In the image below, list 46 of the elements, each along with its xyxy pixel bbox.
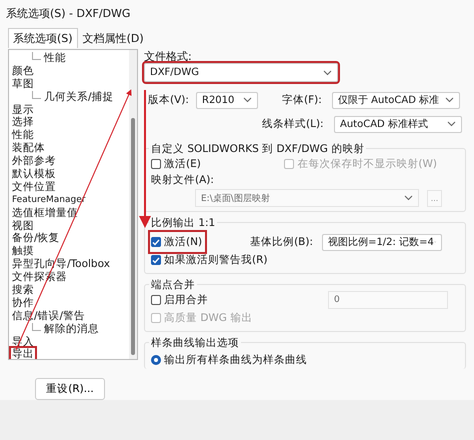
check-icon	[152, 256, 160, 264]
scrollbar-thumb[interactable]	[131, 118, 135, 355]
window-title: 系统选项(S) - DXF/DWG	[5, 6, 132, 22]
tree-item[interactable]: 触摸	[11, 245, 35, 258]
tree-item[interactable]: 外部参考	[11, 155, 57, 168]
checkbox[interactable]: 如果激活则警告我(R)	[151, 251, 270, 269]
tree-item[interactable]: 装配体	[11, 142, 46, 156]
tree-item[interactable]: 导出	[11, 348, 35, 359]
version-dropdown[interactable]: R2010	[196, 92, 258, 108]
tree-item[interactable]: 几何关系/捕捉	[25, 90, 115, 104]
group-title: 自定义 SOLIDWORKS 到 DXF/DWG 的映射	[149, 142, 366, 155]
merge-value-field[interactable]: 0	[328, 291, 448, 309]
tree-item[interactable]: 选择	[11, 116, 35, 130]
group-title: 比例输出 1:1	[149, 216, 218, 229]
format-dropdown[interactable]: DXF/DWG	[144, 63, 338, 82]
mapping-file-field[interactable]: E:\桌面\图层映射	[195, 189, 419, 207]
tree-item[interactable]: 文件位置	[11, 180, 57, 194]
tree-item[interactable]: 显示	[11, 104, 35, 116]
field-label: 映射文件(A):	[151, 173, 215, 187]
group-title: 端点合并	[149, 278, 197, 291]
font-dropdown[interactable]: 仅限于 AutoCAD 标准	[332, 92, 460, 108]
checkbox[interactable]: 启用合并	[151, 291, 210, 309]
tree-item[interactable]: 解除的消息	[25, 322, 100, 336]
group-title: 样条曲线输出选项	[149, 336, 241, 349]
tree-item[interactable]: 性能	[25, 52, 67, 65]
check-icon	[152, 238, 160, 246]
tree-item[interactable]: 默认模板	[11, 168, 57, 181]
field-label: 字体(F):	[282, 93, 323, 107]
base-scale-dropdown[interactable]: 视图比例=1/2: 记数=4	[322, 234, 442, 250]
tab[interactable]: 系统选项(S)	[8, 28, 78, 48]
tree-item[interactable]: 协作	[11, 296, 35, 310]
checkbox[interactable]: 激活(N)	[151, 233, 204, 251]
tab[interactable]: 文档属性(D)	[78, 28, 149, 48]
tree-item[interactable]: 草图	[11, 78, 35, 91]
checkbox[interactable]: 激活(E)	[151, 155, 203, 173]
field-label: 基体比例(B):	[250, 235, 314, 249]
field-label: 版本(V):	[147, 93, 190, 107]
tree-item[interactable]: 备份/恢复	[11, 232, 61, 246]
tree-item[interactable]: 搜索	[11, 284, 35, 297]
field-label: 文件格式:	[144, 49, 193, 63]
field-label: 线条样式(L):	[262, 117, 325, 131]
tree-item[interactable]: 性能	[11, 129, 35, 142]
tree-item[interactable]: 颜色	[11, 64, 35, 78]
line-style-dropdown[interactable]: AutoCAD 标准样式	[334, 116, 462, 132]
tree-item[interactable]: 视图	[11, 220, 35, 232]
reset-button[interactable]: 重设(R)...	[35, 378, 105, 400]
